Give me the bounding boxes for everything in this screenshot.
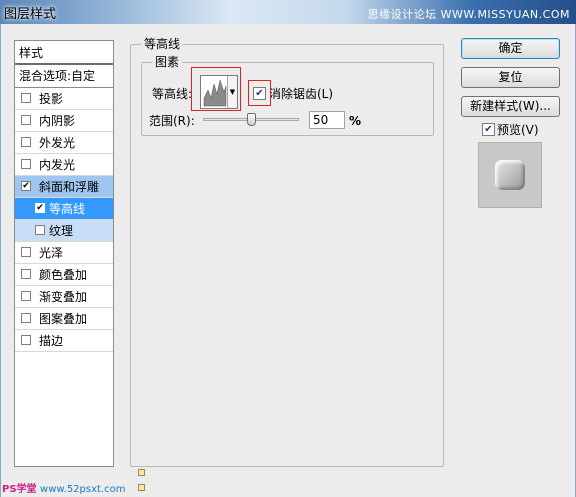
antialias-label: 消除锯齿(L) (269, 87, 334, 101)
range-label: 范围(R): (149, 114, 195, 128)
range-slider-thumb[interactable] (247, 113, 256, 126)
style-item-checkbox[interactable] (21, 247, 31, 257)
style-item-checkbox[interactable] (21, 335, 31, 345)
new-style-button[interactable]: 新建样式(W)... (461, 96, 560, 117)
style-item-checkbox[interactable] (35, 225, 45, 235)
preview-label: 预览(V) (497, 123, 539, 137)
elements-group-title: 图素 (152, 55, 183, 69)
preview-swatch (495, 160, 525, 190)
reset-button[interactable]: 复位 (461, 67, 560, 88)
range-input[interactable]: 50 (309, 111, 345, 129)
style-item-checkbox[interactable] (21, 313, 31, 323)
style-item-checkbox[interactable] (21, 115, 31, 125)
style-item[interactable]: 投影 (15, 88, 113, 110)
range-unit: % (349, 114, 362, 128)
style-item-label: 外发光 (39, 136, 76, 150)
style-item[interactable]: 外发光 (15, 132, 113, 154)
style-item-label: 渐变叠加 (39, 290, 88, 304)
corner-mark-icon (138, 469, 145, 476)
style-item-label: 颜色叠加 (39, 268, 88, 282)
contour-label: 等高线: (152, 87, 193, 101)
style-item-label: 图案叠加 (39, 312, 88, 326)
style-item[interactable]: 内发光 (15, 154, 113, 176)
style-item-label: 等高线 (49, 202, 86, 216)
corner-mark-icon (138, 484, 145, 491)
style-item-checkbox[interactable]: ✔ (21, 181, 31, 191)
style-preview (478, 142, 542, 208)
style-item[interactable]: ✔ 斜面和浮雕 (15, 176, 113, 198)
style-item-label: 光泽 (39, 246, 64, 260)
watermark-top: 思缘设计论坛 WWW.MISSYUAN.COM (367, 8, 570, 21)
style-item-label: 纹理 (49, 224, 74, 238)
style-item[interactable]: 描边 (15, 330, 113, 352)
highlight-box-antialias (248, 80, 271, 106)
style-item-checkbox[interactable] (21, 291, 31, 301)
styles-header[interactable]: 样式 (15, 41, 113, 65)
style-item-checkbox[interactable] (21, 93, 31, 103)
style-item-checkbox[interactable] (21, 159, 31, 169)
style-item[interactable]: ✔ 等高线 (15, 198, 113, 220)
title-bar: 图层样式 思缘设计论坛 WWW.MISSYUAN.COM (0, 0, 576, 24)
blending-options-item[interactable]: 混合选项:自定 (15, 65, 113, 88)
watermark-bottom: PS学堂 www.52psxt.com (2, 480, 125, 495)
style-item-label: 内发光 (39, 158, 76, 172)
style-item[interactable]: 渐变叠加 (15, 286, 113, 308)
watermark-url: www.52psxt.com (40, 484, 126, 495)
style-item-checkbox[interactable]: ✔ (35, 203, 45, 213)
ok-button[interactable]: 确定 (461, 38, 560, 59)
style-item[interactable]: 内阴影 (15, 110, 113, 132)
style-item[interactable]: 图案叠加 (15, 308, 113, 330)
watermark-brand: PS学堂 (2, 484, 37, 495)
style-item-label: 投影 (39, 92, 64, 106)
style-item-checkbox[interactable] (21, 269, 31, 279)
contour-group-title: 等高线 (141, 37, 184, 51)
style-item-label: 内阴影 (39, 114, 76, 128)
style-item[interactable]: 颜色叠加 (15, 264, 113, 286)
style-item[interactable]: 纹理 (15, 220, 113, 242)
style-item-checkbox[interactable] (21, 137, 31, 147)
preview-checkbox[interactable]: ✔ (482, 123, 495, 136)
styles-list: 样式 混合选项:自定 投影内阴影外发光内发光 ✔ 斜面和浮雕 ✔ 等高线纹理光泽颜色叠加… (14, 40, 114, 467)
style-item-label: 描边 (39, 334, 64, 348)
highlight-box-contour (191, 67, 241, 111)
window-title: 图层样式 (4, 7, 57, 22)
style-item-label: 斜面和浮雕 (39, 180, 100, 194)
style-item[interactable]: 光泽 (15, 242, 113, 264)
